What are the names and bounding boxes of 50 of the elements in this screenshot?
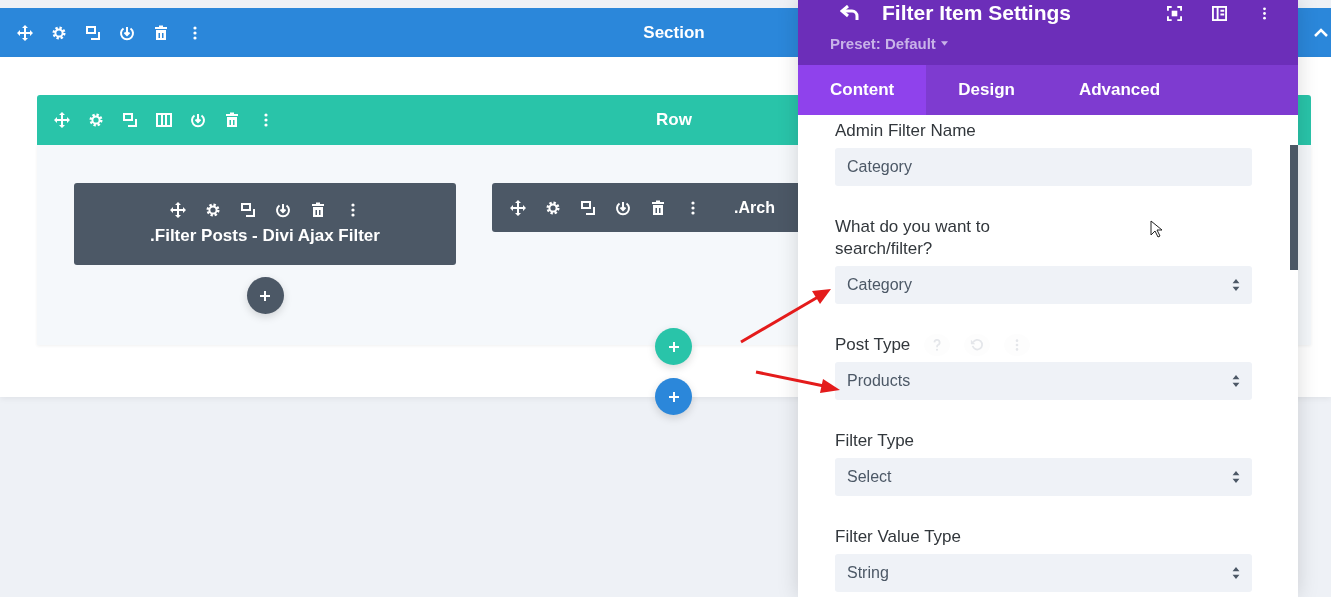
select-field[interactable]: Category bbox=[835, 266, 1252, 304]
field-label: Filter Value Type bbox=[835, 526, 961, 548]
add-section-button[interactable] bbox=[655, 378, 692, 415]
back-icon[interactable] bbox=[840, 5, 860, 21]
module-title: .Filter Posts - Divi Ajax Filter bbox=[150, 226, 380, 246]
scrollbar[interactable] bbox=[1290, 145, 1298, 270]
duplicate-icon[interactable] bbox=[580, 199, 596, 216]
sort-caret-icon bbox=[1232, 279, 1240, 291]
panel-tab[interactable]: Content bbox=[798, 65, 927, 115]
columns-icon[interactable] bbox=[156, 112, 172, 128]
settings-icon[interactable] bbox=[204, 202, 221, 218]
field-label: What do you want to search/filter? bbox=[835, 216, 991, 260]
trash-icon[interactable] bbox=[153, 24, 169, 41]
preset-dropdown[interactable]: Preset: Default bbox=[830, 35, 948, 52]
plus-icon bbox=[259, 289, 271, 302]
field-label: Admin Filter Name bbox=[835, 120, 976, 142]
text-field[interactable]: Category bbox=[835, 148, 1252, 186]
field-label: Post Type bbox=[835, 334, 911, 356]
move-icon[interactable] bbox=[510, 199, 526, 216]
section-title: Section bbox=[643, 22, 705, 43]
sort-caret-icon bbox=[1232, 567, 1240, 579]
duplicate-icon[interactable] bbox=[85, 24, 101, 41]
panel-tab[interactable]: Design bbox=[926, 65, 1047, 115]
cursor-icon bbox=[1150, 220, 1162, 238]
module-title: .Arch bbox=[734, 198, 775, 217]
select-field[interactable]: String bbox=[835, 554, 1252, 592]
move-icon[interactable] bbox=[169, 202, 186, 218]
caret-icon bbox=[940, 41, 948, 46]
power-icon[interactable] bbox=[615, 199, 631, 216]
trash-icon[interactable] bbox=[309, 202, 326, 218]
trash-icon[interactable] bbox=[650, 199, 666, 216]
panel-tab[interactable]: Advanced bbox=[1046, 65, 1193, 115]
row-title: Row bbox=[656, 110, 692, 130]
select-field[interactable]: Select bbox=[835, 458, 1252, 496]
add-module-button[interactable] bbox=[246, 277, 284, 314]
settings-icon[interactable] bbox=[545, 199, 561, 216]
sort-caret-icon bbox=[1232, 471, 1240, 483]
split-view-icon[interactable] bbox=[1212, 5, 1227, 21]
power-icon[interactable] bbox=[119, 24, 135, 41]
select-field[interactable]: Products bbox=[835, 362, 1252, 400]
fullscreen-icon[interactable] bbox=[1167, 5, 1182, 21]
plus-icon bbox=[667, 390, 680, 403]
power-icon[interactable] bbox=[274, 202, 291, 218]
settings-icon[interactable] bbox=[51, 24, 67, 41]
duplicate-icon[interactable] bbox=[239, 202, 256, 218]
plus-icon bbox=[667, 340, 680, 353]
panel-title: Filter Item Settings bbox=[882, 1, 1073, 25]
move-icon[interactable] bbox=[17, 24, 33, 41]
field-label: Filter Type bbox=[835, 430, 915, 452]
sort-caret-icon bbox=[1232, 375, 1240, 387]
